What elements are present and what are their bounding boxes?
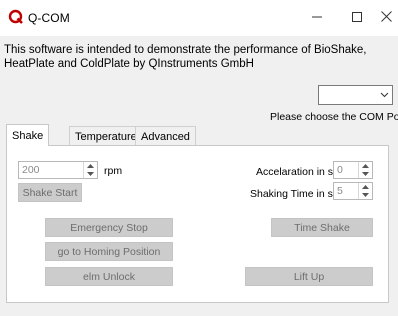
spin-down-icon[interactable] bbox=[359, 170, 372, 178]
emergency-stop-button[interactable]: Emergency Stop bbox=[45, 218, 173, 237]
com-port-select[interactable] bbox=[318, 85, 393, 105]
maximize-button[interactable] bbox=[336, 0, 378, 36]
homing-position-button[interactable]: go to Homing Position bbox=[45, 242, 173, 261]
maximize-icon bbox=[352, 11, 362, 25]
minimize-button[interactable] bbox=[296, 0, 338, 36]
rpm-stepper[interactable]: 200 bbox=[18, 161, 98, 179]
close-icon bbox=[380, 11, 392, 25]
close-button[interactable] bbox=[374, 0, 398, 36]
window-title: Q-COM bbox=[28, 11, 70, 25]
app-window: Q-COM This software is intended to demon… bbox=[0, 0, 398, 316]
shaking-time-stepper[interactable]: 5 bbox=[333, 182, 373, 200]
elm-unlock-button[interactable]: elm Unlock bbox=[45, 267, 173, 286]
acceleration-stepper[interactable]: 0 bbox=[333, 161, 373, 179]
acceleration-stepper-arrows[interactable] bbox=[358, 162, 372, 178]
lift-up-button[interactable]: Lift Up bbox=[245, 267, 373, 286]
q-logo-icon bbox=[8, 9, 24, 25]
shake-panel: 200 rpm Accelaration in s 0 Shake Start … bbox=[6, 145, 389, 303]
rpm-stepper-arrows[interactable] bbox=[83, 162, 97, 178]
shaking-time-value: 5 bbox=[337, 185, 343, 197]
shake-start-button[interactable]: Shake Start bbox=[18, 183, 82, 202]
tab-temperature[interactable]: Temperature bbox=[69, 126, 143, 146]
chevron-down-icon bbox=[380, 90, 389, 99]
tab-advanced[interactable]: Advanced bbox=[135, 126, 196, 146]
minimize-icon bbox=[312, 12, 322, 25]
com-port-hint: Please choose the COM Port bbox=[270, 111, 398, 123]
spin-up-icon[interactable] bbox=[359, 183, 372, 191]
spin-up-icon[interactable] bbox=[84, 162, 97, 170]
spin-up-icon[interactable] bbox=[359, 162, 372, 170]
time-shake-button[interactable]: Time Shake bbox=[271, 218, 373, 237]
shaking-time-label: Shaking Time in s bbox=[250, 188, 333, 200]
intro-text: This software is intended to demonstrate… bbox=[4, 44, 367, 70]
acceleration-label: Accelaration in s bbox=[256, 166, 334, 178]
rpm-value: 200 bbox=[22, 164, 40, 176]
spin-down-icon[interactable] bbox=[84, 170, 97, 178]
tab-shake[interactable]: Shake bbox=[6, 124, 50, 146]
acceleration-value: 0 bbox=[337, 164, 343, 176]
title-bar: Q-COM bbox=[0, 0, 398, 36]
spin-down-icon[interactable] bbox=[359, 191, 372, 199]
rpm-unit-label: rpm bbox=[104, 165, 123, 177]
shaking-time-stepper-arrows[interactable] bbox=[358, 183, 372, 199]
